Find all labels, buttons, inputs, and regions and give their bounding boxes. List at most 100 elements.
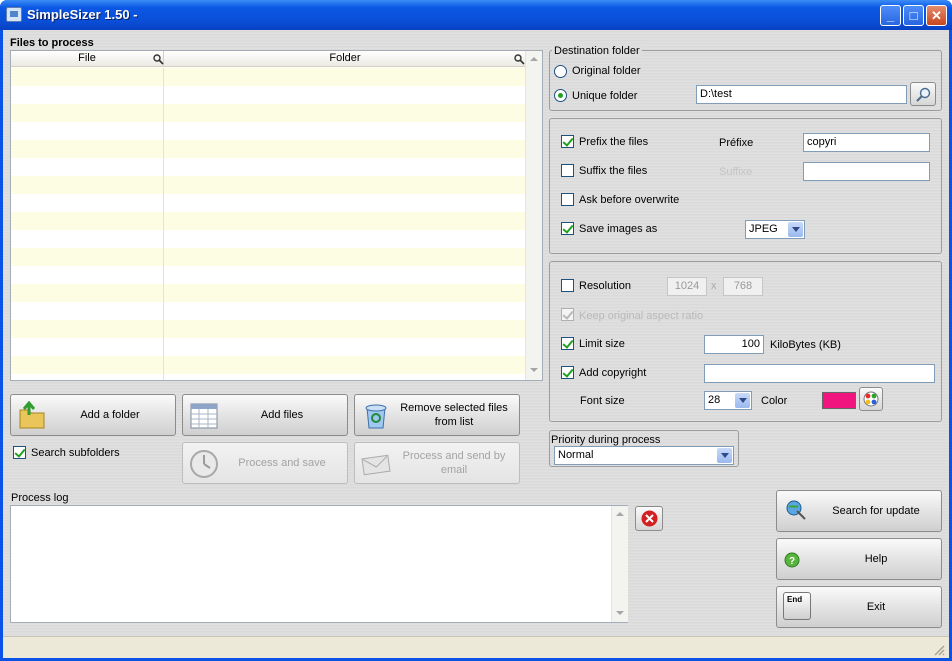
column-divider [163, 68, 164, 380]
email-icon [361, 454, 391, 476]
process-and-save-button[interactable]: Process and save [182, 442, 348, 484]
original-folder-radio[interactable] [554, 65, 567, 78]
scroll-down-arrow-icon[interactable] [528, 364, 540, 376]
priority-legend: Priority during process [551, 434, 661, 446]
search-subfolders-label: Search subfolders [31, 447, 120, 459]
process-log-scrollbar[interactable] [611, 506, 628, 622]
unique-folder-radio[interactable] [554, 89, 567, 102]
prefix-files-checkbox[interactable] [561, 135, 574, 148]
recycle-bin-icon [365, 404, 387, 429]
process-log-label: Process log [11, 492, 69, 504]
resolution-label: Resolution [579, 280, 631, 292]
resolution-height-input[interactable]: 768 [723, 277, 763, 296]
color-label: Color [761, 395, 788, 407]
close-button[interactable]: ✕ [926, 5, 947, 26]
suffix-files-label: Suffix the files [579, 165, 648, 177]
file-list-rows[interactable] [11, 68, 525, 380]
clock-icon [190, 450, 218, 478]
search-for-update-button[interactable]: Search for update [776, 490, 942, 532]
prefix-field-label: Préfixe [719, 137, 754, 149]
color-swatch[interactable] [822, 392, 856, 409]
keep-aspect-ratio-checkbox[interactable] [561, 308, 574, 321]
file-list[interactable]: File Folder [10, 50, 543, 381]
resolution-width-input[interactable]: 1024 [667, 277, 707, 296]
process-and-save-label: Process and save [238, 457, 326, 469]
window-title: SimpleSizer 1.50 - [27, 7, 138, 22]
globe-update-icon [786, 500, 806, 520]
column-header-file[interactable]: File [11, 51, 164, 66]
help-icon: ? [784, 552, 800, 568]
process-and-email-label: Process and send by email [402, 450, 506, 476]
search-icon[interactable] [153, 54, 164, 65]
remove-selected-label: Remove selected files from list [400, 402, 508, 428]
image-format-select[interactable]: JPEG [745, 220, 805, 239]
status-bar [3, 636, 949, 658]
svg-text:?: ? [789, 556, 795, 567]
suffix-input[interactable] [803, 162, 930, 181]
scroll-up-arrow-icon[interactable] [528, 53, 540, 65]
add-folder-button[interactable]: Add a folder [10, 394, 176, 436]
limit-size-input[interactable]: 100 [704, 335, 764, 354]
file-list-header: File Folder [11, 51, 525, 67]
keep-aspect-ratio-label: Keep original aspect ratio [579, 310, 704, 322]
file-list-scrollbar[interactable] [525, 51, 542, 380]
magnifier-icon [916, 87, 931, 102]
add-copyright-checkbox[interactable] [561, 366, 574, 379]
color-palette-icon [863, 391, 879, 407]
search-for-update-label: Search for update [832, 505, 920, 517]
ask-overwrite-checkbox[interactable] [561, 193, 574, 206]
font-size-select[interactable]: 28 [704, 391, 752, 410]
destination-path-input[interactable]: D:\test [696, 85, 907, 104]
original-folder-label: Original folder [572, 65, 641, 77]
prefix-input[interactable]: copyri [803, 133, 930, 152]
files-to-process-label: Files to process [10, 37, 94, 49]
exit-label: Exit [866, 601, 886, 613]
maximize-button[interactable]: □ [903, 5, 924, 26]
priority-select[interactable]: Normal [554, 446, 734, 465]
search-subfolders-checkbox[interactable] [13, 446, 26, 459]
process-and-email-button[interactable]: Process and send by email [354, 442, 520, 484]
column-header-folder[interactable]: Folder [165, 51, 525, 66]
copyright-text-input[interactable] [704, 364, 935, 383]
resolution-checkbox[interactable] [561, 279, 574, 292]
end-key-icon: End [783, 592, 811, 620]
clear-log-button[interactable] [635, 506, 663, 531]
browse-folder-button[interactable] [910, 82, 936, 106]
process-log-textarea[interactable] [10, 505, 628, 623]
app-icon [6, 7, 22, 22]
add-folder-label: Add a folder [80, 409, 140, 421]
scroll-down-arrow-icon[interactable] [614, 607, 626, 619]
save-images-as-checkbox[interactable] [561, 222, 574, 235]
resize-grip-icon[interactable] [933, 644, 945, 656]
destination-folder-legend: Destination folder [552, 44, 642, 58]
limit-size-label: Limit size [579, 338, 625, 350]
font-size-value: 28 [708, 394, 721, 406]
save-images-as-label: Save images as [579, 223, 658, 235]
title-bar[interactable]: SimpleSizer 1.50 - _ □ ✕ [0, 0, 952, 30]
color-picker-button[interactable] [859, 387, 883, 411]
help-label: Help [864, 553, 888, 565]
suffix-files-checkbox[interactable] [561, 164, 574, 177]
app-window: SimpleSizer 1.50 - _ □ ✕ Files to proces… [0, 0, 952, 661]
help-button[interactable]: ? Help [776, 538, 942, 580]
spreadsheet-icon [190, 403, 218, 429]
image-format-value: JPEG [749, 223, 778, 235]
scroll-up-arrow-icon[interactable] [614, 508, 626, 520]
font-size-label: Font size [580, 395, 625, 407]
limit-size-checkbox[interactable] [561, 337, 574, 350]
chevron-down-icon[interactable] [717, 448, 732, 463]
unique-folder-label: Unique folder [572, 90, 638, 102]
minimize-button[interactable]: _ [880, 5, 901, 26]
add-files-button[interactable]: Add files [182, 394, 348, 436]
add-files-label: Add files [260, 409, 304, 421]
search-icon[interactable] [514, 54, 525, 65]
suffix-field-label: Suffixe [719, 166, 753, 178]
resolution-separator: x [711, 280, 717, 292]
prefix-files-label: Prefix the files [579, 136, 649, 148]
client-area: Files to process File Folder Add a folde… [3, 30, 949, 658]
remove-selected-button[interactable]: Remove selected files from list [354, 394, 520, 436]
exit-button[interactable]: End Exit [776, 586, 942, 628]
delete-icon [641, 510, 658, 527]
chevron-down-icon[interactable] [735, 393, 750, 408]
chevron-down-icon[interactable] [788, 222, 803, 237]
